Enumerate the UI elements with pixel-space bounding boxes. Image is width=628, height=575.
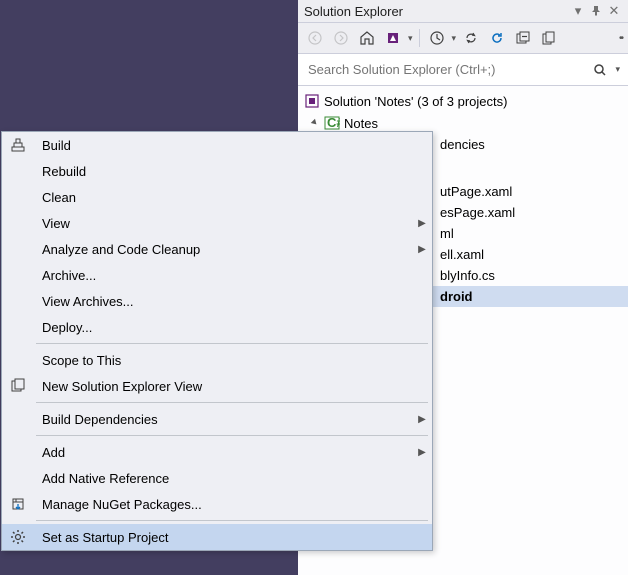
toolbar: ▾ ▾ •• xyxy=(298,23,628,54)
back-button xyxy=(304,27,326,49)
forward-button xyxy=(330,27,352,49)
tree-label: blyInfo.cs xyxy=(440,268,495,283)
menu-label: Archive... xyxy=(34,268,432,283)
gear-icon xyxy=(10,529,26,545)
menu-label: New Solution Explorer View xyxy=(34,379,432,394)
svg-text:C#: C# xyxy=(327,115,340,130)
search-icon[interactable] xyxy=(585,63,615,77)
menu-scope[interactable]: Scope to This xyxy=(2,347,432,373)
menu-new-view[interactable]: New Solution Explorer View xyxy=(2,373,432,399)
menu-add-native[interactable]: Add Native Reference xyxy=(2,465,432,491)
close-icon[interactable]: ✕ xyxy=(606,3,622,19)
menu-separator xyxy=(36,435,428,436)
home-button[interactable] xyxy=(356,27,378,49)
show-all-files-button[interactable] xyxy=(538,27,560,49)
submenu-arrow-icon: ▶ xyxy=(412,218,432,229)
panel-title: Solution Explorer xyxy=(304,4,570,19)
context-menu: Build Rebuild Clean View▶ Analyze and Co… xyxy=(1,131,433,551)
collapse-all-button[interactable] xyxy=(512,27,534,49)
menu-separator xyxy=(36,402,428,403)
new-view-icon xyxy=(10,378,26,394)
panel-titlebar: Solution Explorer ▾ ✕ xyxy=(298,0,628,23)
menu-startup[interactable]: Set as Startup Project xyxy=(2,524,432,550)
menu-label: Clean xyxy=(34,190,432,205)
menu-label: Add Native Reference xyxy=(34,471,432,486)
menu-label: View xyxy=(34,216,412,231)
search-dropdown-icon[interactable]: ▾ xyxy=(615,64,626,75)
menu-label: Set as Startup Project xyxy=(34,530,432,545)
menu-label: Build Dependencies xyxy=(34,412,412,427)
submenu-arrow-icon: ▶ xyxy=(412,447,432,458)
menu-separator xyxy=(36,343,428,344)
menu-build-deps[interactable]: Build Dependencies▶ xyxy=(2,406,432,432)
expander-icon[interactable] xyxy=(308,116,322,130)
menu-add[interactable]: Add▶ xyxy=(2,439,432,465)
build-icon xyxy=(10,137,26,153)
menu-label: Scope to This xyxy=(34,353,432,368)
menu-archive[interactable]: Archive... xyxy=(2,262,432,288)
menu-view-archives[interactable]: View Archives... xyxy=(2,288,432,314)
tree-label: Solution 'Notes' (3 of 3 projects) xyxy=(324,94,507,109)
tree-label: ml xyxy=(440,226,454,241)
solution-icon xyxy=(304,93,320,109)
menu-label: Manage NuGet Packages... xyxy=(34,497,432,512)
menu-label: Rebuild xyxy=(34,164,432,179)
dropdown-icon[interactable]: ▾ xyxy=(570,3,586,19)
submenu-arrow-icon: ▶ xyxy=(412,414,432,425)
menu-label: Build xyxy=(34,138,432,153)
menu-nuget[interactable]: Manage NuGet Packages... xyxy=(2,491,432,517)
menu-separator xyxy=(36,520,428,521)
pin-icon[interactable] xyxy=(588,3,604,19)
menu-analyze[interactable]: Analyze and Code Cleanup▶ xyxy=(2,236,432,262)
switch-views-button[interactable] xyxy=(382,27,404,49)
menu-label: View Archives... xyxy=(34,294,432,309)
tree-label: utPage.xaml xyxy=(440,184,512,199)
pending-changes-button[interactable] xyxy=(426,27,448,49)
menu-rebuild[interactable]: Rebuild xyxy=(2,158,432,184)
tree-label: dencies xyxy=(440,137,485,152)
search-box[interactable]: ▾ xyxy=(298,54,628,86)
submenu-arrow-icon: ▶ xyxy=(412,244,432,255)
tree-label: droid xyxy=(440,289,473,304)
overflow-icon[interactable]: •• xyxy=(619,33,622,44)
menu-label: Add xyxy=(34,445,412,460)
refresh-button[interactable] xyxy=(486,27,508,49)
tree-label: Notes xyxy=(344,116,378,131)
tree-label: ell.xaml xyxy=(440,247,484,262)
menu-view[interactable]: View▶ xyxy=(2,210,432,236)
search-input[interactable] xyxy=(300,56,585,83)
nuget-icon xyxy=(10,496,26,512)
csharp-icon: C# xyxy=(324,115,340,131)
sync-button[interactable] xyxy=(460,27,482,49)
tree-solution-node[interactable]: Solution 'Notes' (3 of 3 projects) xyxy=(298,90,628,112)
menu-label: Deploy... xyxy=(34,320,432,335)
tree-label: esPage.xaml xyxy=(440,205,515,220)
menu-deploy[interactable]: Deploy... xyxy=(2,314,432,340)
menu-build[interactable]: Build xyxy=(2,132,432,158)
menu-label: Analyze and Code Cleanup xyxy=(34,242,412,257)
menu-clean[interactable]: Clean xyxy=(2,184,432,210)
